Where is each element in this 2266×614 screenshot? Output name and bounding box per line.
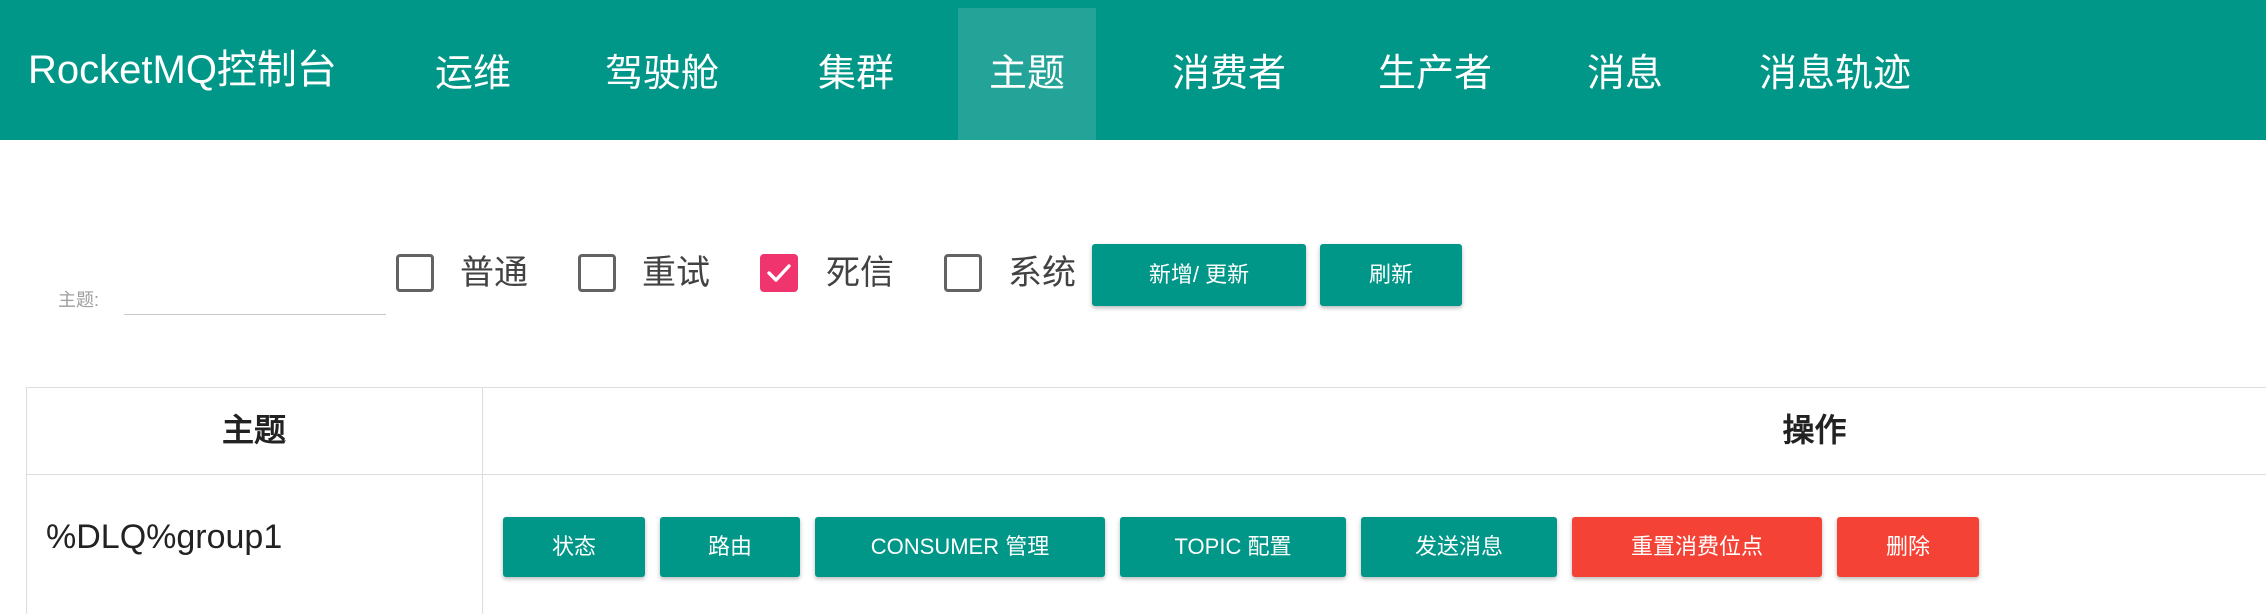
table-cell-topic-name: %DLQ%group1	[46, 518, 283, 556]
send-message-button[interactable]: 发送消息	[1361, 517, 1557, 577]
nav-item-dashboard[interactable]: 驾驶舱	[592, 8, 732, 140]
nav-item-consumer[interactable]: 消费者	[1154, 8, 1304, 140]
nav-item-ops[interactable]: 运维	[418, 8, 528, 140]
consumer-manage-button[interactable]: CONSUMER 管理	[815, 517, 1105, 577]
topic-config-button[interactable]: TOPIC 配置	[1120, 517, 1346, 577]
nav-item-producer[interactable]: 生产者	[1360, 8, 1510, 140]
topic-filter-label: 主题:	[58, 290, 100, 310]
topic-table: 主题 操作 %DLQ%group1 状态 路由 CONSUMER 管理 TOPI…	[26, 387, 2266, 614]
checkbox-label-dead-letter: 死信	[826, 254, 894, 292]
refresh-button[interactable]: 刷新	[1320, 244, 1462, 306]
app-brand[interactable]: RocketMQ控制台	[28, 0, 337, 140]
table-header-topic: 主题	[221, 412, 286, 448]
nav-item-message-trace[interactable]: 消息轨迹	[1750, 8, 1920, 140]
checkbox-retry[interactable]	[578, 254, 616, 292]
checkbox-label-system: 系统	[1008, 254, 1076, 292]
topic-filter-input[interactable]	[124, 270, 386, 315]
table-header-divider	[26, 474, 2266, 475]
checkmark-icon	[767, 264, 791, 282]
top-navbar: RocketMQ控制台 运维 驾驶舱 集群 主题 消费者 生产者 消息 消息轨迹	[0, 0, 2266, 140]
nav-item-topic[interactable]: 主题	[958, 8, 1096, 140]
checkbox-label-retry: 重试	[642, 254, 710, 292]
nav-item-message[interactable]: 消息	[1570, 8, 1680, 140]
status-button[interactable]: 状态	[503, 517, 645, 577]
checkbox-normal[interactable]	[396, 254, 434, 292]
table-header-actions: 操作	[1782, 412, 1847, 448]
delete-button[interactable]: 删除	[1837, 517, 1979, 577]
reset-offset-button[interactable]: 重置消费位点	[1572, 517, 1822, 577]
add-update-button[interactable]: 新增/ 更新	[1092, 244, 1306, 306]
route-button[interactable]: 路由	[660, 517, 800, 577]
checkbox-label-normal: 普通	[460, 254, 528, 292]
nav-item-cluster[interactable]: 集群	[796, 8, 916, 140]
checkbox-system[interactable]	[944, 254, 982, 292]
checkbox-dead-letter[interactable]	[760, 254, 798, 292]
